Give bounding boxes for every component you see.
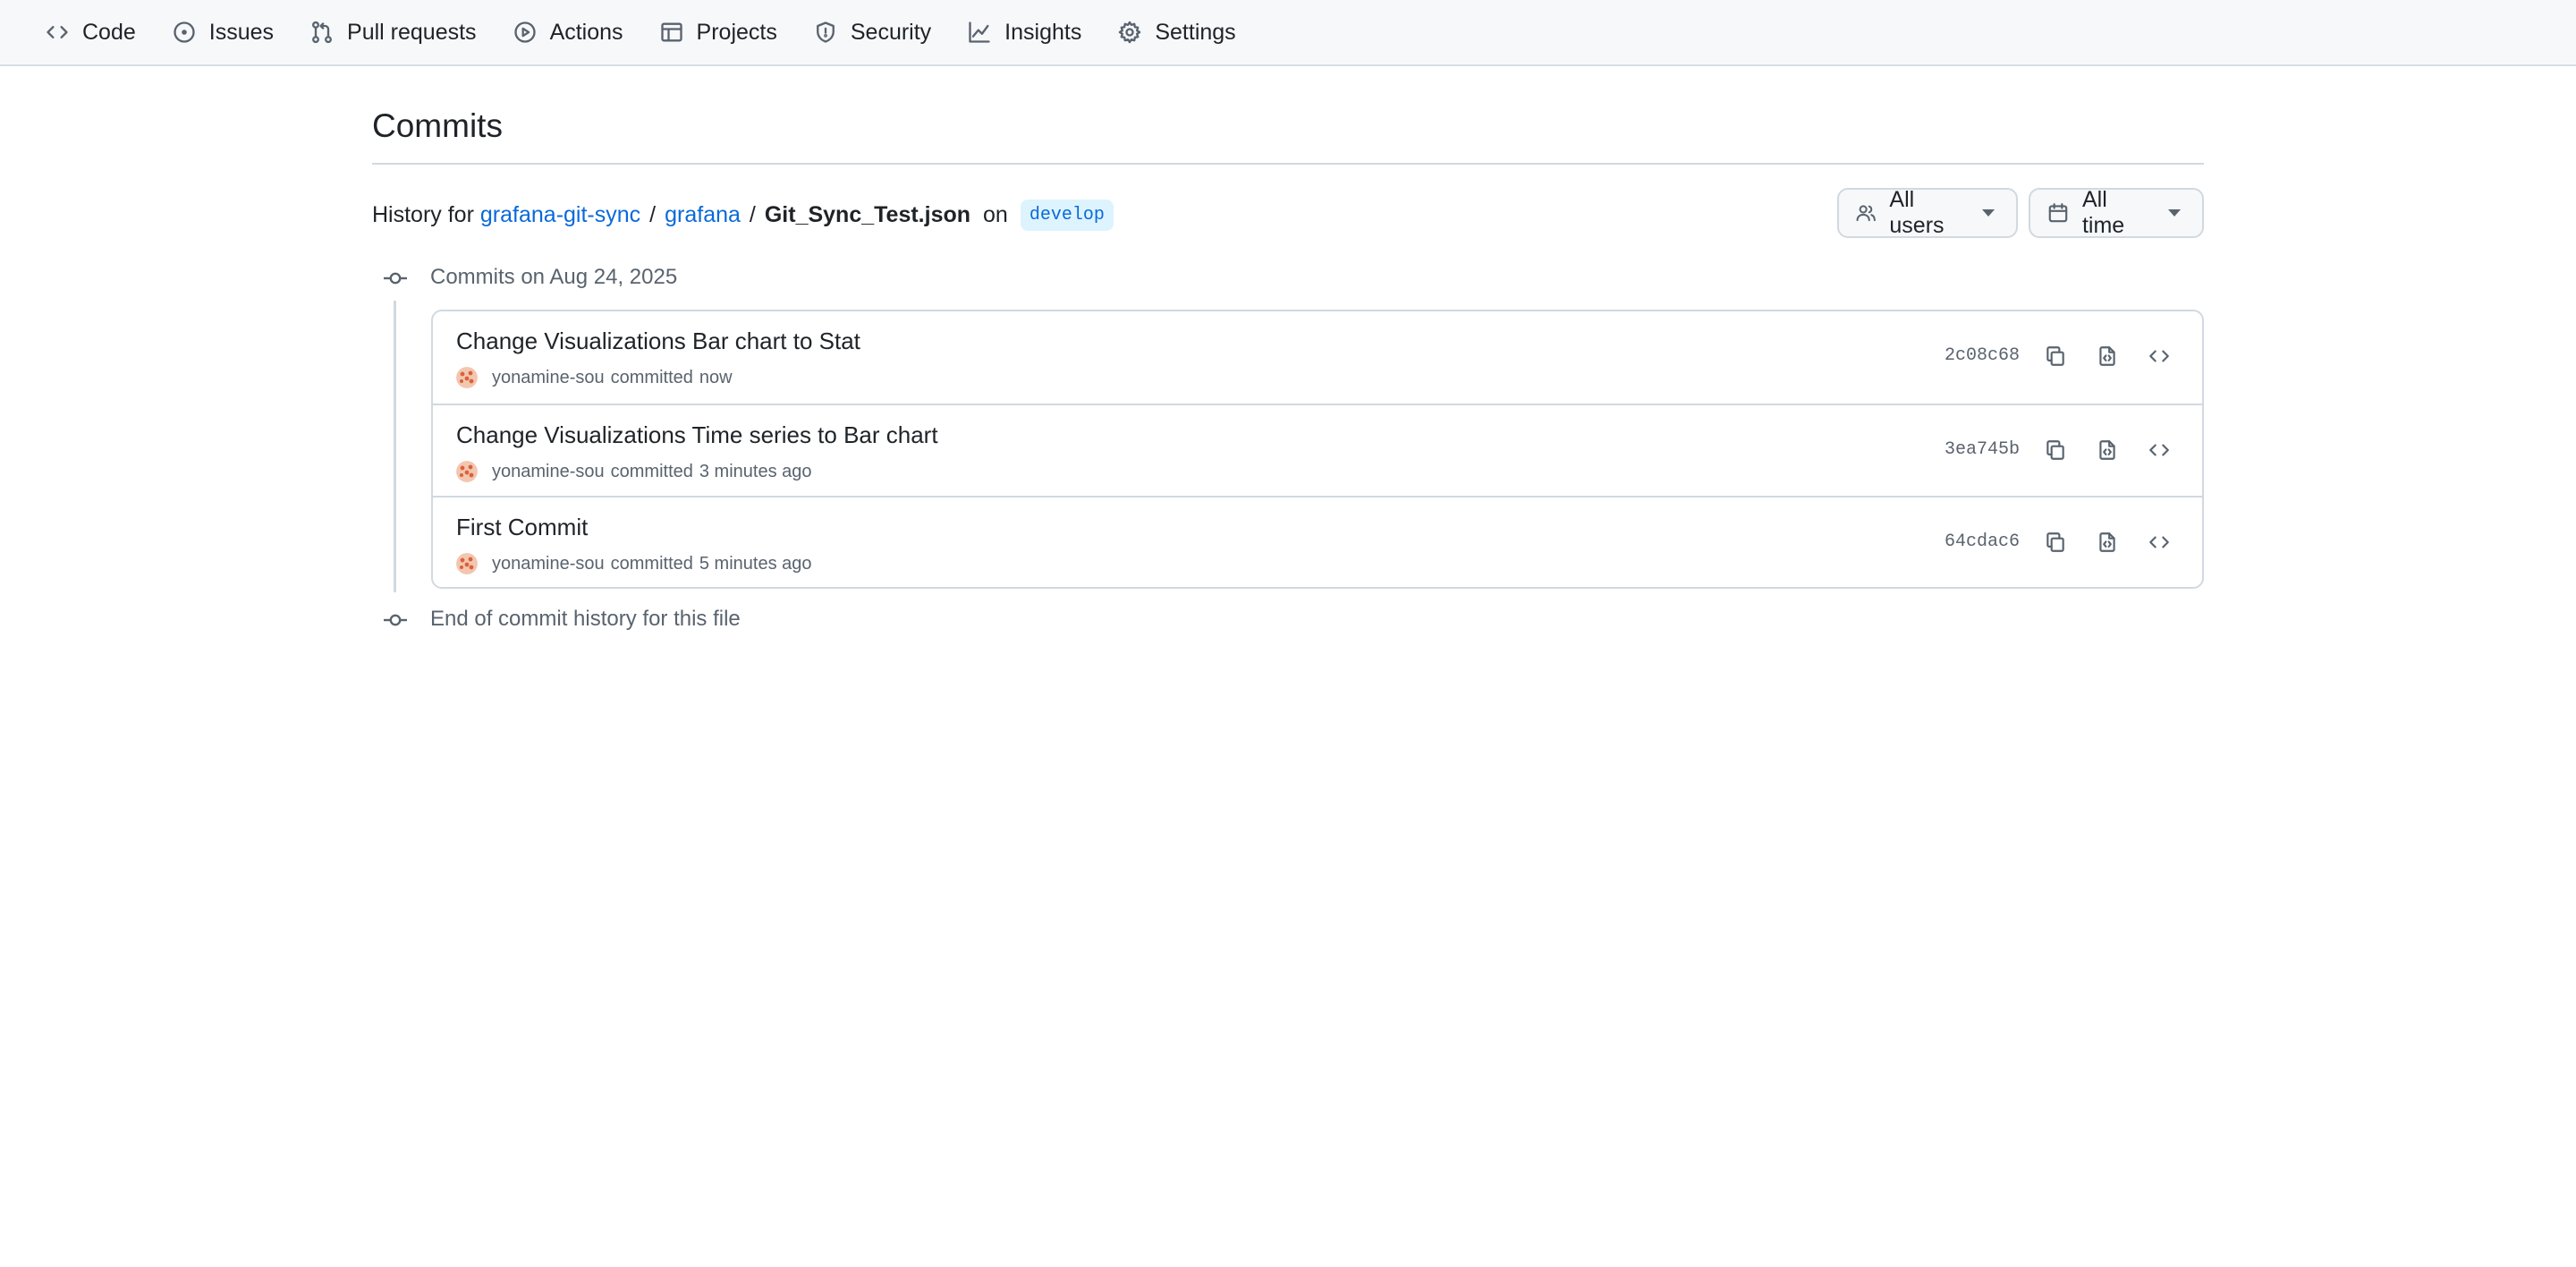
view-file-at-commit-button[interactable] xyxy=(2093,342,2122,370)
breadcrumb-repo-link[interactable]: grafana-git-sync xyxy=(480,202,640,228)
commit-group-heading: Commits on Aug 24, 2025 xyxy=(430,265,678,289)
copy-sha-button[interactable] xyxy=(2041,342,2070,370)
breadcrumb-separator: / xyxy=(649,201,657,227)
nav-tab-label: Security xyxy=(850,19,932,45)
view-file-at-commit-button[interactable] xyxy=(2093,436,2122,464)
nav-tab-label: Projects xyxy=(696,19,777,45)
copy-icon xyxy=(2046,346,2064,366)
users-filter-label: All users xyxy=(1889,187,1945,238)
commit-meta: yonamine-sou committed 5 minutes ago xyxy=(456,553,812,574)
nav-tab-label: Insights xyxy=(1004,19,1082,45)
issue-opened-icon xyxy=(174,21,195,43)
timeline-line xyxy=(394,301,396,592)
browse-repo-at-commit-button[interactable] xyxy=(2145,528,2174,557)
nav-tab-label: Issues xyxy=(208,19,275,45)
commit-row: First Commit yonamine-sou committed 5 mi… xyxy=(433,496,2202,588)
commit-author-link[interactable]: yonamine-sou xyxy=(492,368,605,388)
calendar-icon xyxy=(2048,203,2068,223)
nav-tab-issues[interactable]: Issues xyxy=(159,7,286,57)
commit-action: committed xyxy=(610,461,693,481)
play-icon xyxy=(513,21,536,43)
copy-sha-button[interactable] xyxy=(2041,436,2070,464)
nav-tab-insights[interactable]: Insights xyxy=(954,7,1094,57)
branch-badge[interactable]: develop xyxy=(1020,199,1114,231)
commit-action: committed xyxy=(610,553,693,574)
copy-icon xyxy=(2046,532,2064,552)
nav-tab-projects[interactable]: Projects xyxy=(647,7,790,57)
breadcrumb-folder-link[interactable]: grafana xyxy=(665,202,741,228)
commit-row: Change Visualizations Bar chart to Stat … xyxy=(433,311,2202,404)
divider xyxy=(372,163,2204,165)
breadcrumb-separator: / xyxy=(749,201,756,227)
avatar[interactable] xyxy=(456,367,478,388)
commit-time: 3 minutes ago xyxy=(699,461,812,481)
users-filter-button[interactable]: All users xyxy=(1837,187,2018,238)
commit-sha-link[interactable]: 2c08c68 xyxy=(1945,345,2020,366)
view-file-at-commit-button[interactable] xyxy=(2093,528,2122,557)
graph-icon xyxy=(969,21,990,43)
commit-sha-link[interactable]: 64cdac6 xyxy=(1945,531,2020,552)
nav-tab-label: Actions xyxy=(549,19,623,45)
end-of-history-text: End of commit history for this file xyxy=(430,607,741,631)
gear-icon xyxy=(1119,21,1141,44)
commit-action: committed xyxy=(610,367,693,387)
copy-sha-button[interactable] xyxy=(2041,528,2070,557)
commit-sha-link[interactable]: 3ea745b xyxy=(1945,439,2020,460)
code-icon xyxy=(2149,444,2169,456)
repo-nav: Code Issues Pull requests Actions Projec… xyxy=(0,0,2576,66)
commit-meta: yonamine-sou committed now xyxy=(456,367,733,388)
commit-time: now xyxy=(699,367,733,387)
caret-down-icon xyxy=(1982,209,1995,217)
browse-repo-at-commit-button[interactable] xyxy=(2145,342,2174,370)
table-icon xyxy=(660,22,682,42)
avatar[interactable] xyxy=(456,461,478,482)
history-breadcrumb: History for grafana-git-sync / grafana /… xyxy=(372,197,1114,233)
time-filter-button[interactable]: All time xyxy=(2029,187,2204,238)
nav-tab-pull-requests[interactable]: Pull requests xyxy=(297,7,489,57)
git-pull-request-icon xyxy=(312,21,332,44)
commit-meta: yonamine-sou committed 3 minutes ago xyxy=(456,461,812,482)
caret-down-icon xyxy=(2168,209,2181,217)
history-prefix: History for xyxy=(372,201,474,227)
copy-icon xyxy=(2046,440,2064,460)
time-filter-label: All time xyxy=(2081,187,2125,238)
nav-tab-label: Pull requests xyxy=(347,19,477,45)
page-title: Commits xyxy=(372,107,503,144)
on-label: on xyxy=(983,201,1008,227)
breadcrumb-filename: Git_Sync_Test.json xyxy=(764,201,971,227)
commit-time: 5 minutes ago xyxy=(699,553,812,574)
git-commit-icon xyxy=(383,269,408,287)
nav-tab-label: Settings xyxy=(1155,19,1236,45)
nav-tab-settings[interactable]: Settings xyxy=(1105,7,1248,57)
browse-repo-at-commit-button[interactable] xyxy=(2145,436,2174,464)
nav-tab-code[interactable]: Code xyxy=(32,7,148,57)
code-icon xyxy=(47,26,68,38)
file-code-icon xyxy=(2099,440,2115,460)
commit-title-link[interactable]: Change Visualizations Time series to Bar… xyxy=(456,421,938,449)
commit-author-link[interactable]: yonamine-sou xyxy=(492,462,605,482)
nav-tab-label: Code xyxy=(82,19,136,45)
commit-row: Change Visualizations Time series to Bar… xyxy=(433,404,2202,496)
commit-title-link[interactable]: First Commit xyxy=(456,514,588,541)
avatar[interactable] xyxy=(456,553,478,574)
shield-icon xyxy=(816,21,835,43)
code-icon xyxy=(2149,536,2169,548)
file-code-icon xyxy=(2099,532,2115,552)
commit-title-link[interactable]: Change Visualizations Bar chart to Stat xyxy=(456,327,860,355)
code-icon xyxy=(2149,350,2169,362)
git-commit-icon xyxy=(383,611,408,629)
commit-list: Change Visualizations Bar chart to Stat … xyxy=(431,310,2204,589)
file-code-icon xyxy=(2099,346,2115,366)
nav-tab-security[interactable]: Security xyxy=(801,7,944,57)
nav-tab-actions[interactable]: Actions xyxy=(500,7,636,57)
people-icon xyxy=(1856,205,1876,222)
commit-author-link[interactable]: yonamine-sou xyxy=(492,554,605,574)
